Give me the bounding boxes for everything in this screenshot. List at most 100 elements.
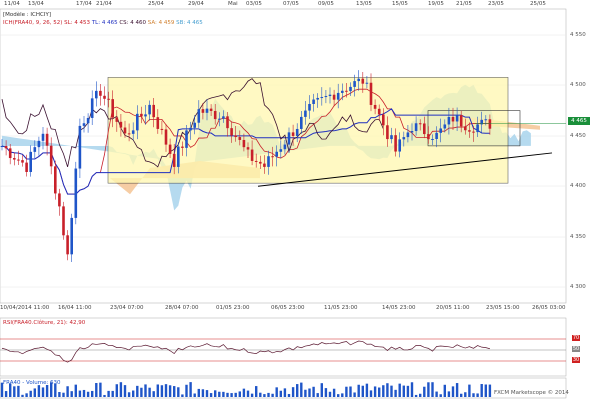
volume-bar [230, 393, 233, 397]
candle-body [54, 166, 57, 194]
volume-bar [410, 382, 414, 397]
candle-body [410, 131, 414, 133]
candle-body [41, 133, 45, 141]
candle-body [275, 151, 278, 157]
volume-bar [168, 385, 172, 397]
candle-body [99, 90, 102, 96]
volume-bar [484, 384, 487, 397]
volume-bar [25, 393, 28, 397]
volume-bar [373, 386, 377, 397]
rsi-level-tag: 30 [572, 357, 580, 363]
volume-bar [86, 391, 90, 397]
bottom-date-tick: 06/05 23:00 [271, 305, 305, 311]
candle-body [115, 117, 119, 122]
candle-body [127, 133, 131, 135]
volume-bar [74, 384, 77, 397]
volume-bar [37, 385, 41, 397]
volume-bar [455, 383, 459, 397]
volume-bar [148, 387, 151, 397]
bottom-date-tick: 23/04 07:00 [110, 305, 144, 311]
candle-body [369, 82, 373, 105]
ichimoku-legend: ICH(FRA40, 9, 26, 52) SL: 4 453 TL: 4 46… [3, 20, 203, 26]
volume-bar [378, 387, 381, 397]
volume-bar [78, 390, 82, 397]
candle-body [431, 138, 434, 140]
volume-bar [201, 389, 205, 397]
volume-bar [427, 382, 430, 397]
consolidation-boxes [107, 77, 521, 184]
candle-body [316, 97, 319, 100]
candle-body [353, 81, 356, 87]
volume-bar [304, 389, 307, 397]
candle-body [406, 132, 410, 138]
candle-body [361, 78, 365, 84]
candle-body [246, 147, 250, 150]
candle-body [250, 149, 254, 161]
candle-body [341, 90, 344, 93]
top-date-tick: 25/05 [530, 1, 546, 7]
volume-bar [431, 382, 434, 397]
volume-bar [123, 385, 127, 397]
candle-body [472, 131, 475, 133]
volume-bar [398, 383, 401, 397]
volume-bar [160, 385, 164, 397]
candle-body [365, 82, 369, 84]
volume-bar [263, 394, 266, 397]
candle-body [49, 145, 53, 167]
candle-body [398, 139, 401, 152]
candle-body [402, 137, 406, 140]
candle-body [373, 104, 377, 109]
candle-body [443, 124, 447, 129]
candle-body [33, 147, 37, 152]
candle-body [136, 113, 139, 131]
rsi-level-tag: 70 [572, 335, 580, 341]
top-date-tick: 15/05 [392, 1, 408, 7]
candle-body [382, 114, 385, 126]
sb-label: SB: 4 465 [176, 20, 203, 26]
volume-bar [99, 382, 102, 397]
volume-bar [386, 383, 389, 397]
candle-body [484, 119, 488, 121]
volume-bar [33, 388, 36, 397]
bottom-date-tick: 11/05 23:00 [324, 305, 358, 311]
candle-body [279, 149, 283, 152]
volume-bar [435, 391, 438, 397]
volume-bar [414, 394, 418, 397]
volume-bar [382, 385, 385, 397]
candle-body [226, 116, 229, 129]
top-date-tick: 21/04 [96, 1, 112, 7]
volume-bar [177, 387, 180, 397]
candle-body [8, 148, 12, 159]
volume-bar [406, 385, 410, 397]
volume-bar [308, 388, 311, 397]
candle-body [74, 168, 78, 218]
top-date-tick: 07/05 [283, 1, 299, 7]
candle-body [17, 159, 20, 161]
chart-canvas[interactable] [0, 0, 598, 400]
top-date-tick: 09/05 [318, 1, 334, 7]
candle-body [464, 126, 467, 131]
volume-bar [45, 384, 49, 397]
top-date-tick: 29/04 [188, 1, 204, 7]
candle-body [230, 128, 233, 136]
bottom-date-tick: 16/04 11:00 [58, 305, 92, 311]
candle-body [455, 115, 459, 122]
candle-body [90, 98, 94, 118]
candle-body [386, 125, 389, 140]
candle-body [107, 98, 110, 100]
volume-bar [271, 393, 274, 397]
volume-bar [369, 390, 373, 397]
candle-body [66, 235, 69, 255]
candle-body [205, 108, 209, 113]
top-date-tick: 21/05 [456, 1, 472, 7]
top-date-tick: 19/05 [428, 1, 444, 7]
volume-bar [214, 390, 217, 397]
candle-body [242, 139, 246, 148]
candle-body [86, 117, 90, 124]
volume-bar [238, 391, 241, 397]
tl-label: TL: 4 465 [91, 20, 118, 26]
candle-body [328, 94, 332, 97]
volume-bar [460, 393, 463, 397]
candle-body [148, 104, 151, 115]
volume-bar [193, 393, 196, 397]
